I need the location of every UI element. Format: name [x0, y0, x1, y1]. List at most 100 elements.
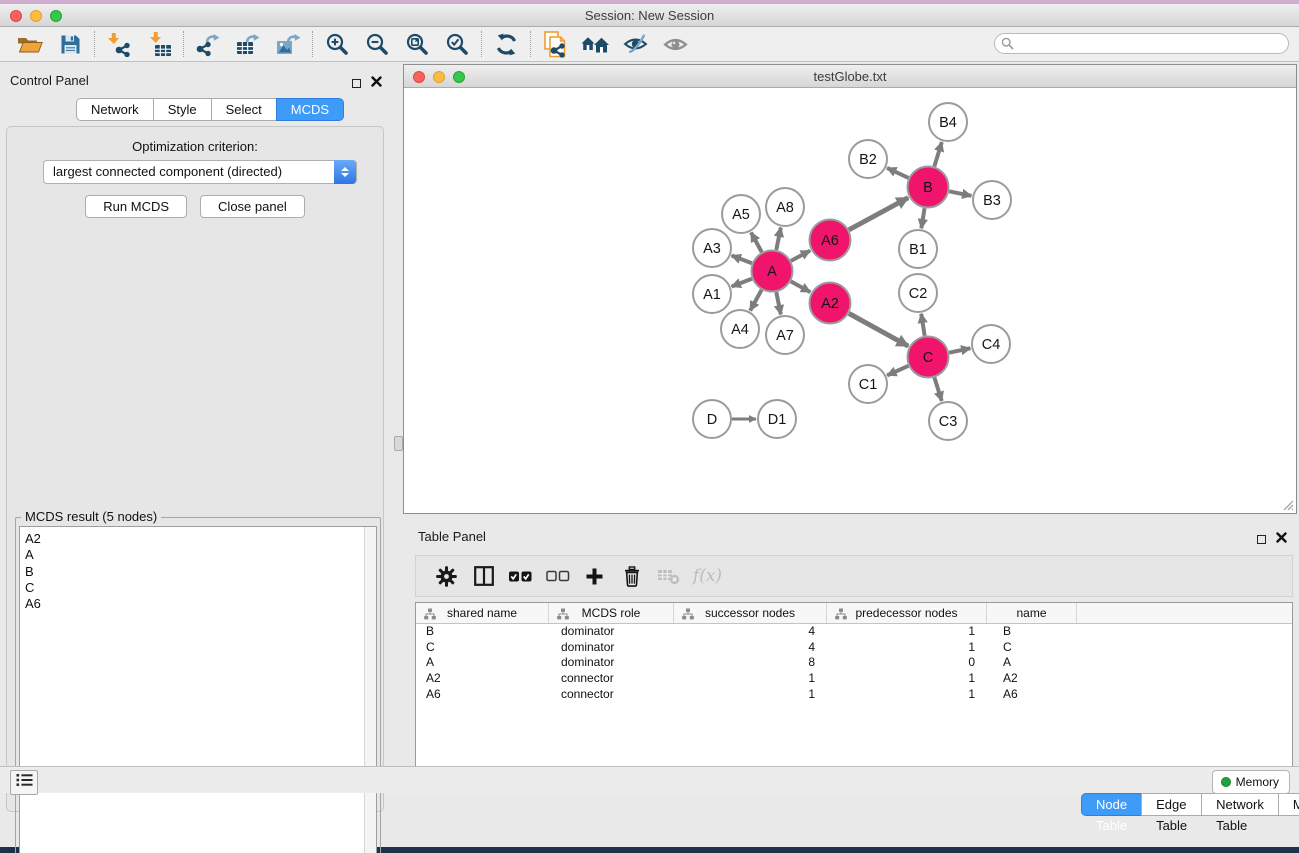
- tab-node-table[interactable]: Node Table: [1081, 793, 1142, 816]
- import-network-icon: [107, 32, 132, 57]
- table-row[interactable]: A2connector11A2: [416, 671, 1292, 687]
- delete-table-button: [650, 560, 687, 592]
- column-header-shared-name[interactable]: shared name: [416, 603, 549, 623]
- table-row[interactable]: Bdominator41B: [416, 624, 1292, 640]
- close-panel-button[interactable]: Close panel: [200, 195, 305, 218]
- hide-selected-button[interactable]: [615, 29, 655, 59]
- column-header-name[interactable]: name: [987, 603, 1077, 623]
- tab-network-table[interactable]: Network Table: [1201, 793, 1279, 816]
- graph-edge-A-A7[interactable]: [776, 292, 781, 314]
- tab-edge-table[interactable]: Edge Table: [1141, 793, 1202, 816]
- select-all-columns-button[interactable]: [502, 560, 539, 592]
- mcds-result-listbox[interactable]: A2ABCA6: [19, 526, 377, 853]
- zoom-selected-button[interactable]: [437, 29, 477, 59]
- table-cell: A: [987, 655, 1077, 671]
- table-row[interactable]: A6connector11A6: [416, 687, 1292, 703]
- close-panel-icon[interactable]: [1276, 530, 1287, 548]
- graph-edge-B-B3[interactable]: [949, 191, 971, 196]
- search-input[interactable]: [994, 33, 1289, 54]
- mcds-result-scrollbar[interactable]: [364, 527, 376, 853]
- graph-edge-B-B4[interactable]: [934, 142, 942, 166]
- memory-button[interactable]: Memory: [1212, 770, 1290, 794]
- import-table-button[interactable]: [139, 29, 179, 59]
- table-row[interactable]: Cdominator41C: [416, 640, 1292, 656]
- float-panel-icon[interactable]: [352, 79, 361, 88]
- vertical-split-grip[interactable]: [394, 436, 403, 451]
- mcds-result-item[interactable]: A2: [25, 531, 376, 547]
- table-cell: connector: [549, 671, 674, 687]
- table-row[interactable]: Adominator80A: [416, 655, 1292, 671]
- tab-motifs[interactable]: Motifs: [1278, 793, 1299, 816]
- open-session-button[interactable]: [10, 29, 50, 59]
- float-panel-icon[interactable]: [1257, 535, 1266, 544]
- toolbar-separator: [530, 31, 531, 57]
- graph-node-label-A1: A1: [703, 287, 721, 303]
- new-network-from-selection-button[interactable]: [535, 29, 575, 59]
- export-image-button[interactable]: [268, 29, 308, 59]
- graph-node-label-A5: A5: [732, 207, 750, 223]
- graph-node-label-A7: A7: [776, 328, 794, 344]
- apply-layout-button[interactable]: [486, 29, 526, 59]
- graph-edge-A-A6[interactable]: [791, 251, 810, 261]
- column-header-successor-nodes[interactable]: successor nodes: [674, 603, 827, 623]
- graph-edge-A-A5[interactable]: [751, 232, 762, 252]
- network-canvas[interactable]: AA1A2A3A4A5A6A7A8BB1B2B3B4CC1C2C3C4DD1: [404, 89, 1296, 513]
- deselect-all-columns-button[interactable]: [539, 560, 576, 592]
- graph-edge-C-C1[interactable]: [887, 366, 908, 376]
- select-stepper-icon: [334, 160, 356, 184]
- graph-edge-A2-C[interactable]: [849, 313, 908, 346]
- import-network-button[interactable]: [99, 29, 139, 59]
- task-history-button[interactable]: [10, 770, 38, 795]
- criterion-select[interactable]: largest connected component (directed): [43, 160, 357, 184]
- mcds-result-item[interactable]: C: [25, 580, 376, 596]
- graph-edge-A6-B[interactable]: [849, 198, 908, 230]
- graph-edge-B-B2[interactable]: [887, 168, 908, 178]
- gear-icon: [436, 566, 457, 587]
- graph-node-label-C1: C1: [859, 377, 878, 393]
- main-titlebar: Session: New Session: [0, 4, 1299, 27]
- save-session-button[interactable]: [50, 29, 90, 59]
- create-column-button[interactable]: [576, 560, 613, 592]
- graph-edge-C-C2[interactable]: [921, 314, 924, 336]
- criterion-select-value: largest connected component (directed): [53, 164, 282, 179]
- mcds-result-item[interactable]: A: [25, 547, 376, 563]
- node-table[interactable]: shared nameMCDS rolesuccessor nodesprede…: [415, 602, 1293, 793]
- graph-edge-A-A8[interactable]: [776, 228, 781, 250]
- graph-edge-B-B1[interactable]: [921, 208, 924, 228]
- graph-edge-C-C4[interactable]: [949, 348, 970, 352]
- graph-edge-A-A2[interactable]: [791, 281, 810, 292]
- column-header-predecessor-nodes[interactable]: predecessor nodes: [827, 603, 987, 623]
- table-settings-button[interactable]: [428, 560, 465, 592]
- tab-network[interactable]: Network: [76, 98, 154, 121]
- export-table-button[interactable]: [228, 29, 268, 59]
- tab-style[interactable]: Style: [153, 98, 212, 121]
- graph-edge-A-A4[interactable]: [750, 290, 761, 311]
- plus-icon: [585, 567, 604, 586]
- graph-edge-A-A3[interactable]: [732, 256, 752, 264]
- table-cell: dominator: [549, 640, 674, 656]
- tab-mcds[interactable]: MCDS: [276, 98, 344, 121]
- export-network-button[interactable]: [188, 29, 228, 59]
- show-columns-button[interactable]: [465, 560, 502, 592]
- zoom-fit-button[interactable]: [397, 29, 437, 59]
- zoom-out-button[interactable]: [357, 29, 397, 59]
- resize-grip-icon[interactable]: [1281, 498, 1294, 511]
- show-all-button[interactable]: [655, 29, 695, 59]
- delete-column-button[interactable]: [613, 560, 650, 592]
- tab-select[interactable]: Select: [211, 98, 277, 121]
- graph-edge-A-A1[interactable]: [732, 279, 752, 287]
- close-panel-icon[interactable]: [371, 74, 382, 92]
- trash-icon: [623, 566, 641, 587]
- mcds-result-item[interactable]: A6: [25, 596, 376, 612]
- mcds-result-item[interactable]: B: [25, 564, 376, 580]
- graph-edge-C-C3[interactable]: [934, 378, 941, 401]
- function-builder-button: f(x): [687, 560, 724, 592]
- first-neighbors-button[interactable]: [575, 29, 615, 59]
- zoom-in-button[interactable]: [317, 29, 357, 59]
- table-cell: dominator: [549, 655, 674, 671]
- toolbar-separator: [94, 31, 95, 57]
- column-header-MCDS-role[interactable]: MCDS role: [549, 603, 674, 623]
- status-bar: Memory: [0, 766, 1299, 793]
- table-cell: A2: [416, 671, 549, 687]
- run-mcds-button[interactable]: Run MCDS: [85, 195, 187, 218]
